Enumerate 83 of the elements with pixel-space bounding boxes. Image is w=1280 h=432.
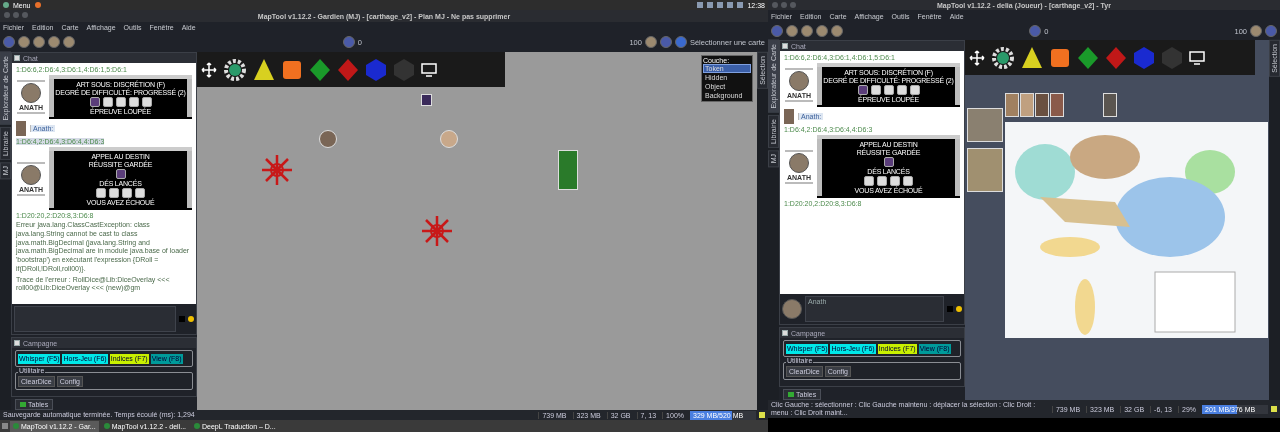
name-bar xyxy=(785,181,813,184)
browser-icon[interactable] xyxy=(34,2,41,8)
tool-button[interactable] xyxy=(816,25,828,37)
app-icon xyxy=(103,423,110,429)
color-swatch[interactable] xyxy=(179,316,185,322)
tool-button[interactable] xyxy=(786,25,798,37)
die-slot xyxy=(896,85,907,95)
gear-icon[interactable] xyxy=(223,57,247,82)
monitor-icon[interactable] xyxy=(421,62,437,77)
table-icon xyxy=(20,402,26,407)
token-photo-placeholder[interactable] xyxy=(1050,93,1064,117)
pillar xyxy=(817,67,822,105)
status-dot-icon xyxy=(956,306,962,312)
card-token[interactable] xyxy=(558,150,578,190)
avatar-circle xyxy=(789,152,809,173)
window-icon xyxy=(782,330,788,336)
tool-button[interactable] xyxy=(1265,25,1277,37)
globe-button[interactable] xyxy=(674,36,687,48)
table-icon xyxy=(788,392,794,397)
asterisk-marker xyxy=(260,153,294,187)
token-portrait[interactable] xyxy=(319,130,337,148)
tool-button[interactable] xyxy=(48,36,60,48)
die-icon[interactable] xyxy=(309,57,331,82)
pillar xyxy=(187,79,192,117)
tool-button[interactable] xyxy=(18,36,30,48)
gear-icon[interactable] xyxy=(991,45,1015,70)
monitor-icon[interactable] xyxy=(1189,50,1205,65)
token-photo-placeholder[interactable] xyxy=(1035,93,1049,117)
chat-input[interactable] xyxy=(14,306,176,332)
move-icon[interactable] xyxy=(201,61,217,78)
window-icon xyxy=(14,55,20,61)
tool-button[interactable] xyxy=(801,25,813,37)
die-slot xyxy=(128,97,139,107)
token-slot xyxy=(883,157,894,167)
name-bar xyxy=(785,149,813,152)
token-photo-placeholder[interactable] xyxy=(1103,93,1117,117)
name-bar xyxy=(17,161,45,164)
avatar-placeholder xyxy=(784,109,794,124)
tool-button[interactable] xyxy=(63,36,75,48)
die-icon[interactable] xyxy=(1021,45,1043,70)
avatar-circle xyxy=(782,299,802,319)
die-slot xyxy=(102,97,113,107)
die-icon[interactable] xyxy=(253,57,275,82)
tool-button[interactable] xyxy=(771,25,783,37)
name-bar xyxy=(17,193,45,196)
tool-button[interactable] xyxy=(644,36,657,48)
ship-photo-placeholder[interactable] xyxy=(967,108,1003,142)
token-photo-placeholder[interactable] xyxy=(1005,93,1019,117)
pillar xyxy=(49,151,54,208)
vision-button[interactable] xyxy=(342,36,355,48)
app-icon xyxy=(13,423,19,429)
avatar-circle xyxy=(21,164,41,185)
tool-button[interactable] xyxy=(831,25,843,37)
status-dot-icon xyxy=(188,316,194,322)
pillar xyxy=(955,139,960,196)
asterisk-marker xyxy=(420,214,454,248)
die-slot xyxy=(141,97,152,107)
window-icon xyxy=(782,43,788,49)
door-token[interactable] xyxy=(421,94,432,106)
window-icon xyxy=(14,340,20,346)
avatar-circle xyxy=(789,71,809,91)
tool-button[interactable] xyxy=(33,36,45,48)
die-slot xyxy=(115,97,126,107)
move-icon[interactable] xyxy=(969,49,985,66)
die-slot xyxy=(870,85,881,95)
token-slot xyxy=(115,169,126,179)
pillar xyxy=(817,139,822,196)
pillar xyxy=(955,67,960,105)
menu-icon[interactable] xyxy=(3,2,9,8)
color-swatch[interactable] xyxy=(947,306,953,312)
map-canvas[interactable] xyxy=(965,40,1269,400)
die-icon[interactable] xyxy=(1077,45,1099,70)
tool-button[interactable] xyxy=(3,36,15,48)
tool-button[interactable] xyxy=(659,36,672,48)
vision-button[interactable] xyxy=(1029,25,1042,37)
die-slot xyxy=(909,85,920,95)
pillar xyxy=(49,79,54,117)
die-slot xyxy=(883,85,894,95)
pillar xyxy=(187,151,192,208)
tool-button[interactable] xyxy=(1250,25,1262,37)
avatar-circle xyxy=(21,83,41,103)
avatar-placeholder xyxy=(16,121,26,136)
app-icon xyxy=(194,423,201,429)
